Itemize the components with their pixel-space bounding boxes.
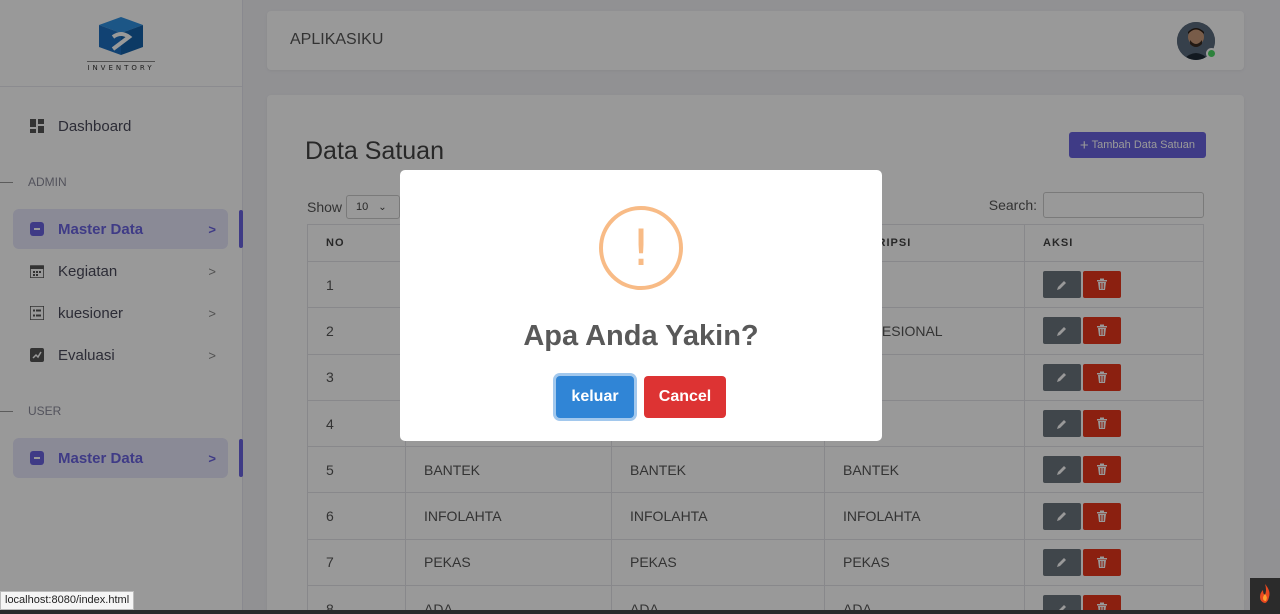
flame-icon[interactable] bbox=[1250, 578, 1280, 610]
confirm-dialog: ! Apa Anda Yakin? keluar Cancel bbox=[400, 170, 882, 441]
confirm-button[interactable]: keluar bbox=[556, 376, 634, 418]
warning-icon: ! bbox=[599, 206, 683, 290]
dialog-title: Apa Anda Yakin? bbox=[523, 320, 759, 352]
cancel-button[interactable]: Cancel bbox=[644, 376, 726, 418]
status-bar-url: localhost:8080/index.html bbox=[0, 591, 135, 610]
taskbar-strip bbox=[0, 610, 1280, 614]
